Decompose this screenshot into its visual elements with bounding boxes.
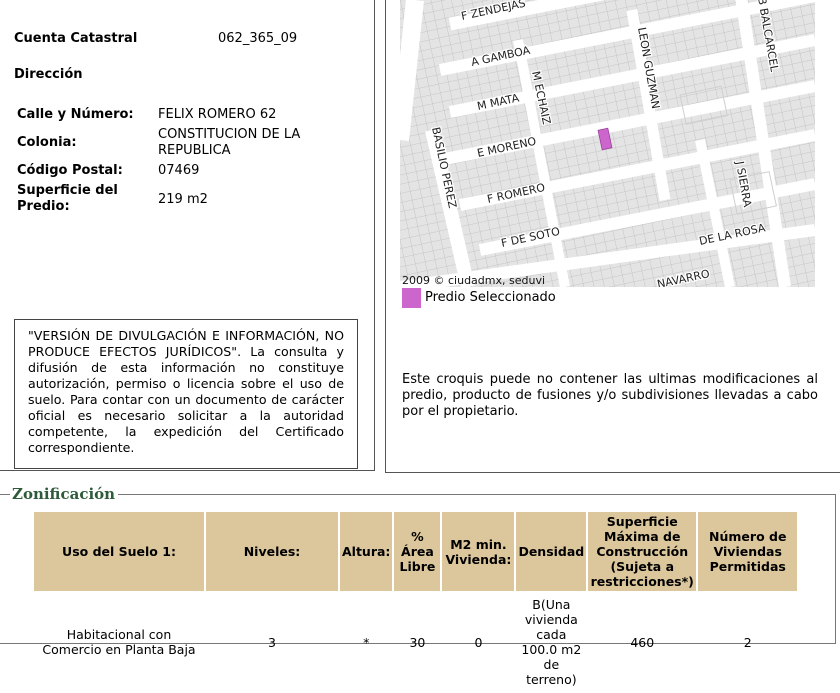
cell-densidad: B(Una vivienda cada 100.0 m2 de terreno) xyxy=(521,597,582,687)
disclaimer-box: "VERSIÓN DE DIVULGACIÓN E INFORMACIÓN, N… xyxy=(14,319,358,469)
calle-label: Calle y Número: xyxy=(17,107,134,122)
header-superficie-max: Superficie Máxima de Construcción (Sujet… xyxy=(588,512,697,591)
superficie-value: 219 m2 xyxy=(158,192,208,207)
header-area-libre: % Área Libre xyxy=(394,512,441,591)
header-m2-min: M2 min. Vivienda: xyxy=(442,512,515,591)
cell-num-viviendas: 2 xyxy=(743,634,752,650)
codigo-postal-value: 07469 xyxy=(158,163,200,178)
header-num-viviendas: Número de Viviendas Permitidas xyxy=(698,512,798,591)
cell-niveles: 3 xyxy=(268,634,276,650)
predio-legend-swatch xyxy=(402,288,421,308)
table-row: Habitacional con Comercio en Planta Baja… xyxy=(34,593,797,691)
superficie-label: Superficie del Predio: xyxy=(17,183,118,214)
map-copyright: 2009 © ciudadmx, seduvi xyxy=(402,274,545,287)
header-uso-suelo: Uso del Suelo 1: xyxy=(34,512,204,591)
cell-altura: * xyxy=(363,634,370,650)
header-densidad: Densidad xyxy=(516,512,587,591)
cell-m2-min: 0 xyxy=(474,634,483,650)
direccion-heading: Dirección xyxy=(14,67,83,82)
colonia-label: Colonia: xyxy=(17,135,77,150)
cell-area-libre: 30 xyxy=(409,634,426,650)
table-header-row: Uso del Suelo 1: Niveles: Altura: % Área… xyxy=(34,512,798,591)
header-niveles: Niveles: xyxy=(206,512,338,591)
predio-legend-label: Predio Seleccionado xyxy=(425,290,556,305)
cuenta-catastral-label: Cuenta Catastral xyxy=(14,31,138,46)
map-svg: F ZENDEJAS A GAMBOA M MATA E MORENO F RO… xyxy=(400,0,815,287)
cell-superficie-max: 460 xyxy=(630,634,655,650)
header-altura: Altura: xyxy=(340,512,393,591)
zonificacion-table: Uso del Suelo 1: Niveles: Altura: % Área… xyxy=(32,510,799,693)
cell-uso-suelo: Habitacional con Comercio en Planta Baja xyxy=(42,627,196,657)
croquis-note: Este croquis puede no contener las ultim… xyxy=(402,372,818,419)
cuenta-catastral-value: 062_365_09 xyxy=(218,31,298,46)
croquis-map[interactable]: F ZENDEJAS A GAMBOA M MATA E MORENO F RO… xyxy=(400,0,815,287)
colonia-value: CONSTITUCION DE LA REPUBLICA xyxy=(158,127,301,158)
zonificacion-title: Zonificación xyxy=(10,485,119,503)
codigo-postal-label: Código Postal: xyxy=(17,163,123,178)
calle-value: FELIX ROMERO 62 xyxy=(158,107,277,122)
